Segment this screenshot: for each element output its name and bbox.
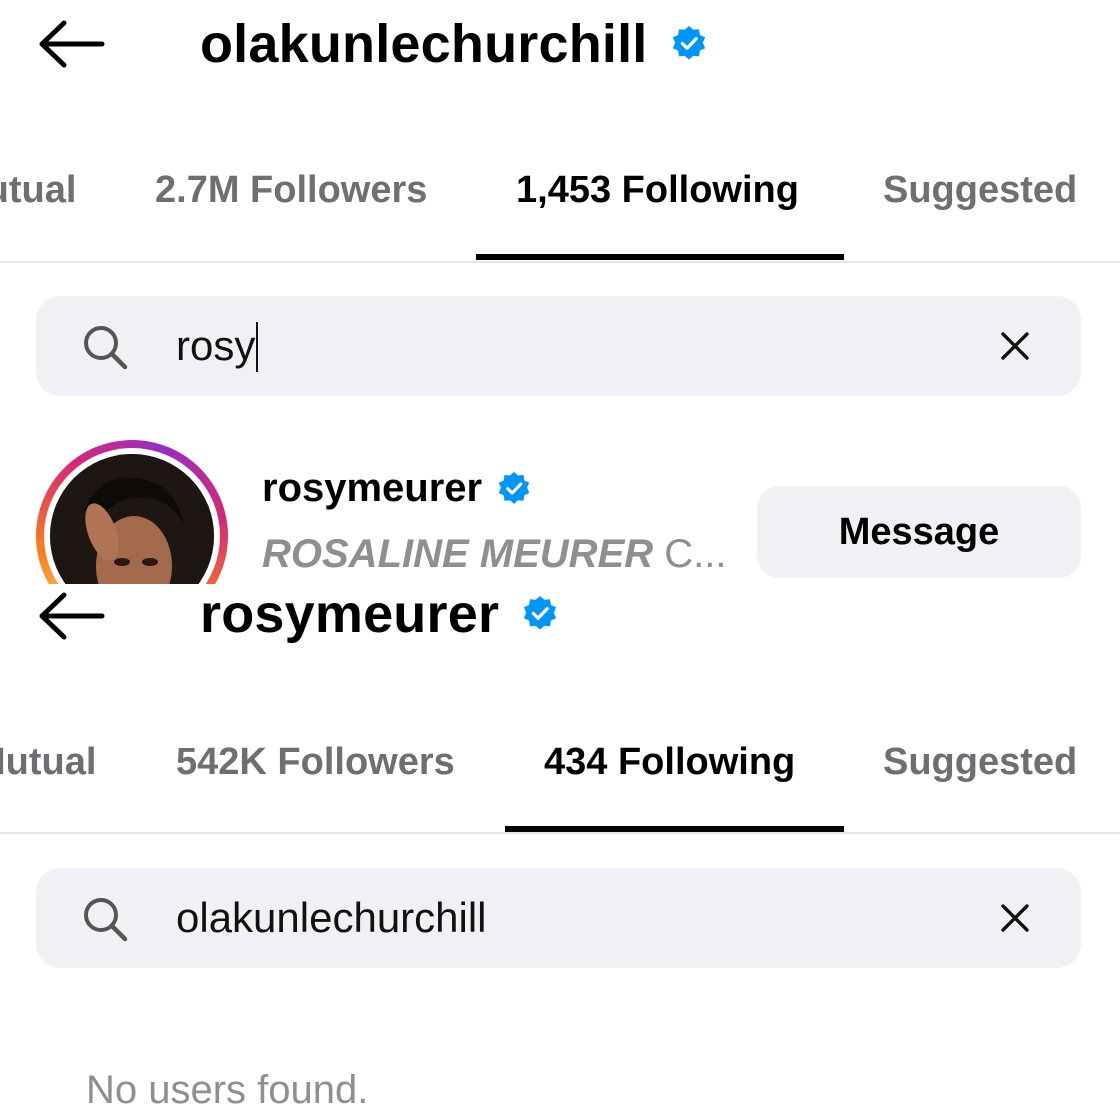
back-arrow-icon[interactable]	[36, 20, 106, 68]
search-bar[interactable]: rosy	[36, 296, 1081, 396]
page-title: rosymeurer	[200, 584, 500, 644]
active-tab-indicator	[476, 254, 844, 260]
verified-badge-icon	[672, 25, 705, 60]
screenshot-top: olakunlechurchill Mutual 2.7M Followers …	[0, 0, 1120, 584]
profile-header: rosymeurer	[0, 584, 1120, 672]
result-username-text: rosymeurer	[262, 466, 483, 510]
search-input[interactable]: rosy	[176, 296, 259, 396]
follow-tabs: Mutual 542K Followers 434 Following Sugg…	[0, 722, 1120, 802]
search-icon	[84, 898, 128, 942]
close-icon[interactable]	[995, 898, 1035, 938]
message-button[interactable]: Message	[757, 486, 1081, 578]
result-username: rosymeurer	[262, 466, 532, 511]
tab-followers[interactable]: 2.7M Followers	[155, 150, 427, 230]
back-arrow-icon[interactable]	[36, 592, 106, 640]
search-input[interactable]: olakunlechurchill	[176, 868, 487, 968]
text-cursor	[256, 321, 259, 372]
search-icon	[84, 326, 128, 370]
tab-divider	[0, 261, 1120, 263]
tab-suggested[interactable]: Suggested	[883, 722, 1077, 802]
story-ring	[36, 440, 228, 584]
list-item[interactable]: rosymeurer ROSALINE MEURER C... Message	[0, 440, 1120, 584]
active-tab-indicator	[505, 826, 844, 832]
header-title-group: rosymeurer	[200, 584, 559, 658]
search-bar[interactable]: olakunlechurchill	[36, 868, 1081, 968]
header-title-group: olakunlechurchill	[200, 0, 708, 88]
close-icon[interactable]	[995, 326, 1035, 366]
profile-header: olakunlechurchill	[0, 0, 1120, 88]
tab-following[interactable]: 1,453 Following	[516, 150, 799, 230]
screenshot-bottom: rosymeurer Mutual 542K Followers 434 Fol…	[0, 584, 1120, 1120]
tab-mutual[interactable]: Mutual	[0, 722, 96, 802]
tab-divider	[0, 832, 1120, 834]
tab-following[interactable]: 434 Following	[544, 722, 795, 802]
result-full-name-truncated: C...	[664, 532, 727, 576]
tab-followers[interactable]: 542K Followers	[176, 722, 455, 802]
verified-badge-icon	[498, 471, 530, 504]
result-full-name: ROSALINE MEURER C...	[262, 532, 727, 577]
empty-state-message: No users found.	[86, 1068, 369, 1112]
tab-suggested[interactable]: Suggested	[883, 150, 1077, 230]
tab-mutual[interactable]: Mutual	[0, 150, 76, 230]
follow-tabs: Mutual 2.7M Followers 1,453 Following Su…	[0, 150, 1120, 230]
search-query: rosy	[176, 322, 256, 369]
page-title: olakunlechurchill	[200, 14, 648, 74]
result-full-name-text: ROSALINE MEURER	[262, 532, 654, 576]
verified-badge-icon	[524, 595, 557, 630]
